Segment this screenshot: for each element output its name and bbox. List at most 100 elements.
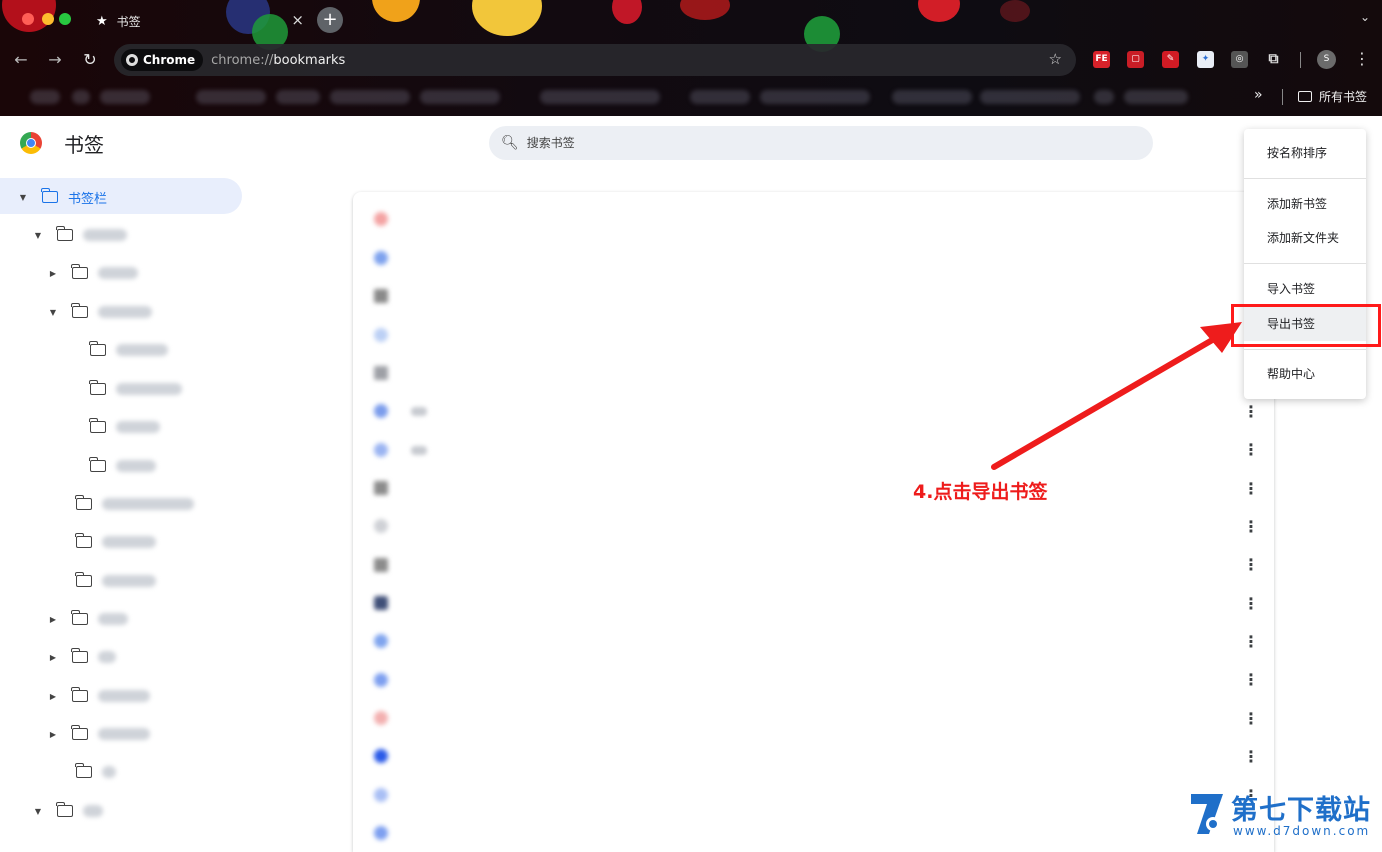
caret-right-icon[interactable]: ▶: [48, 269, 58, 278]
tree-item[interactable]: [89, 417, 160, 437]
pen-extension-icon[interactable]: ✎: [1162, 51, 1179, 68]
address-bar[interactable]: Chrome chrome://bookmarks ☆: [114, 44, 1076, 76]
tree-item[interactable]: ▶: [48, 686, 150, 706]
bookmark-bar-item[interactable]: [760, 90, 870, 104]
bookmark-bar-item[interactable]: [276, 90, 320, 104]
window-close-button[interactable]: [22, 13, 34, 25]
search-bar[interactable]: 🔍︎: [489, 126, 1153, 160]
tree-item-label: [116, 344, 168, 356]
tree-item[interactable]: [89, 456, 156, 476]
tree-item[interactable]: ▶: [48, 263, 138, 283]
new-tab-button[interactable]: +: [317, 7, 343, 33]
tree-item[interactable]: [75, 571, 156, 591]
back-arrow-icon[interactable]: ←: [11, 50, 31, 69]
folder-icon: [1298, 91, 1312, 102]
chrome-logo-icon: [126, 54, 138, 66]
caret-down-icon[interactable]: ▼: [33, 231, 43, 240]
bookmark-star-icon[interactable]: ☆: [1049, 50, 1062, 68]
window-minimize-button[interactable]: [42, 13, 54, 25]
tree-item-label: [98, 728, 150, 740]
site-info-chip[interactable]: Chrome: [121, 49, 204, 71]
bookmark-bar-item[interactable]: [30, 90, 60, 104]
reader-extension-icon[interactable]: ▢: [1127, 51, 1144, 68]
more-actions-icon[interactable]: ⋮: [1243, 672, 1259, 688]
fe-extension-icon[interactable]: FE: [1093, 51, 1110, 68]
tab-search-chevron-icon[interactable]: ⌄: [1360, 10, 1370, 24]
tree-item[interactable]: ▼: [33, 225, 127, 245]
browser-menu-icon[interactable]: ⋮: [1354, 49, 1370, 68]
tree-item[interactable]: ▶: [48, 647, 116, 667]
more-actions-icon[interactable]: ⋮: [1243, 634, 1259, 650]
bookmark-bar-item[interactable]: [540, 90, 660, 104]
url-scheme: chrome://: [211, 52, 274, 68]
tree-item[interactable]: ▼: [48, 302, 152, 322]
favicon-icon: [374, 558, 388, 572]
more-actions-icon[interactable]: ⋮: [1243, 596, 1259, 612]
favicon-icon: [374, 673, 388, 687]
tab-title: 书签: [116, 14, 141, 29]
bookmark-bar-item[interactable]: [196, 90, 266, 104]
profile-avatar[interactable]: S: [1317, 50, 1336, 69]
bird-extension-icon[interactable]: ✦: [1197, 51, 1214, 68]
more-actions-icon[interactable]: ⋮: [1243, 557, 1259, 573]
tab-bookmarks[interactable]: ★ 书签 ×: [84, 4, 312, 38]
menu-item-help-center[interactable]: 帮助中心: [1244, 357, 1366, 391]
tree-item-label: [102, 766, 116, 778]
watermark: 第七下载站 www.d7down.com: [1187, 788, 1381, 840]
caret-right-icon[interactable]: ▶: [48, 730, 58, 739]
folder-icon: [71, 610, 88, 625]
caret-down-icon[interactable]: ▼: [48, 308, 58, 317]
tree-item[interactable]: ▶: [48, 724, 150, 744]
tree-item[interactable]: ▼: [33, 801, 103, 821]
bookmark-bar-item[interactable]: [1094, 90, 1114, 104]
bookmark-bar-item[interactable]: [330, 90, 410, 104]
tree-item-bookmarks-bar-row[interactable]: ▼ 书签栏: [18, 187, 107, 207]
favicon-icon: [374, 212, 388, 226]
bookmark-bar-item[interactable]: [100, 90, 150, 104]
more-actions-icon[interactable]: ⋮: [1243, 711, 1259, 727]
menu-item-add-bookmark[interactable]: 添加新书签: [1244, 187, 1366, 221]
caret-right-icon[interactable]: ▶: [48, 653, 58, 662]
favicon-icon: [374, 443, 388, 457]
tree-item[interactable]: [75, 762, 116, 782]
folder-icon: [56, 226, 73, 241]
folder-icon: [71, 725, 88, 740]
bookmark-bar-item[interactable]: [420, 90, 500, 104]
caret-down-icon[interactable]: ▼: [33, 807, 43, 816]
folder-icon: [71, 648, 88, 663]
more-actions-icon[interactable]: ⋮: [1243, 442, 1259, 458]
tree-item[interactable]: [89, 379, 182, 399]
tree-item[interactable]: [75, 532, 156, 552]
more-actions-icon[interactable]: ⋮: [1243, 749, 1259, 765]
menu-item-import-bookmarks[interactable]: 导入书签: [1244, 272, 1366, 306]
bookmarks-overflow-button[interactable]: »: [1254, 87, 1263, 103]
tree-item[interactable]: ▶: [48, 609, 128, 629]
bookmark-bar-item[interactable]: [1124, 90, 1188, 104]
reload-icon[interactable]: ↻: [80, 50, 100, 69]
more-actions-icon[interactable]: ⋮: [1243, 519, 1259, 535]
window-zoom-button[interactable]: [59, 13, 71, 25]
toolbar-divider: [1300, 52, 1301, 68]
more-actions-icon[interactable]: ⋮: [1243, 404, 1259, 420]
forward-arrow-icon[interactable]: →: [45, 50, 65, 69]
menu-item-add-folder[interactable]: 添加新文件夹: [1244, 221, 1366, 255]
bookmark-bar-item[interactable]: [892, 90, 972, 104]
menu-item-sort-by-name[interactable]: 按名称排序: [1244, 136, 1366, 170]
search-input[interactable]: [526, 136, 1127, 150]
favicon-icon: [374, 634, 388, 648]
tab-close-button[interactable]: ×: [291, 12, 304, 28]
caret-down-icon[interactable]: ▼: [18, 193, 28, 202]
all-bookmarks-button[interactable]: 所有书签: [1298, 88, 1367, 105]
bookmark-bar-item[interactable]: [690, 90, 750, 104]
bookmark-bar-item[interactable]: [72, 90, 90, 104]
tree-item[interactable]: [89, 340, 168, 360]
glasses-extension-icon[interactable]: ◎: [1231, 51, 1248, 68]
caret-right-icon[interactable]: ▶: [48, 692, 58, 701]
bookmark-bar-item[interactable]: [980, 90, 1080, 104]
puzzle-extensions-icon[interactable]: ⧉: [1265, 51, 1282, 68]
bookmarks-bar: » 所有书签: [0, 80, 1382, 114]
browser-chrome: ★ 书签 × + ⌄ ← → ↻ Chrome chrome://bookmar…: [0, 0, 1382, 116]
caret-right-icon[interactable]: ▶: [48, 615, 58, 624]
tree-item[interactable]: [75, 494, 194, 514]
more-actions-icon[interactable]: ⋮: [1243, 481, 1259, 497]
